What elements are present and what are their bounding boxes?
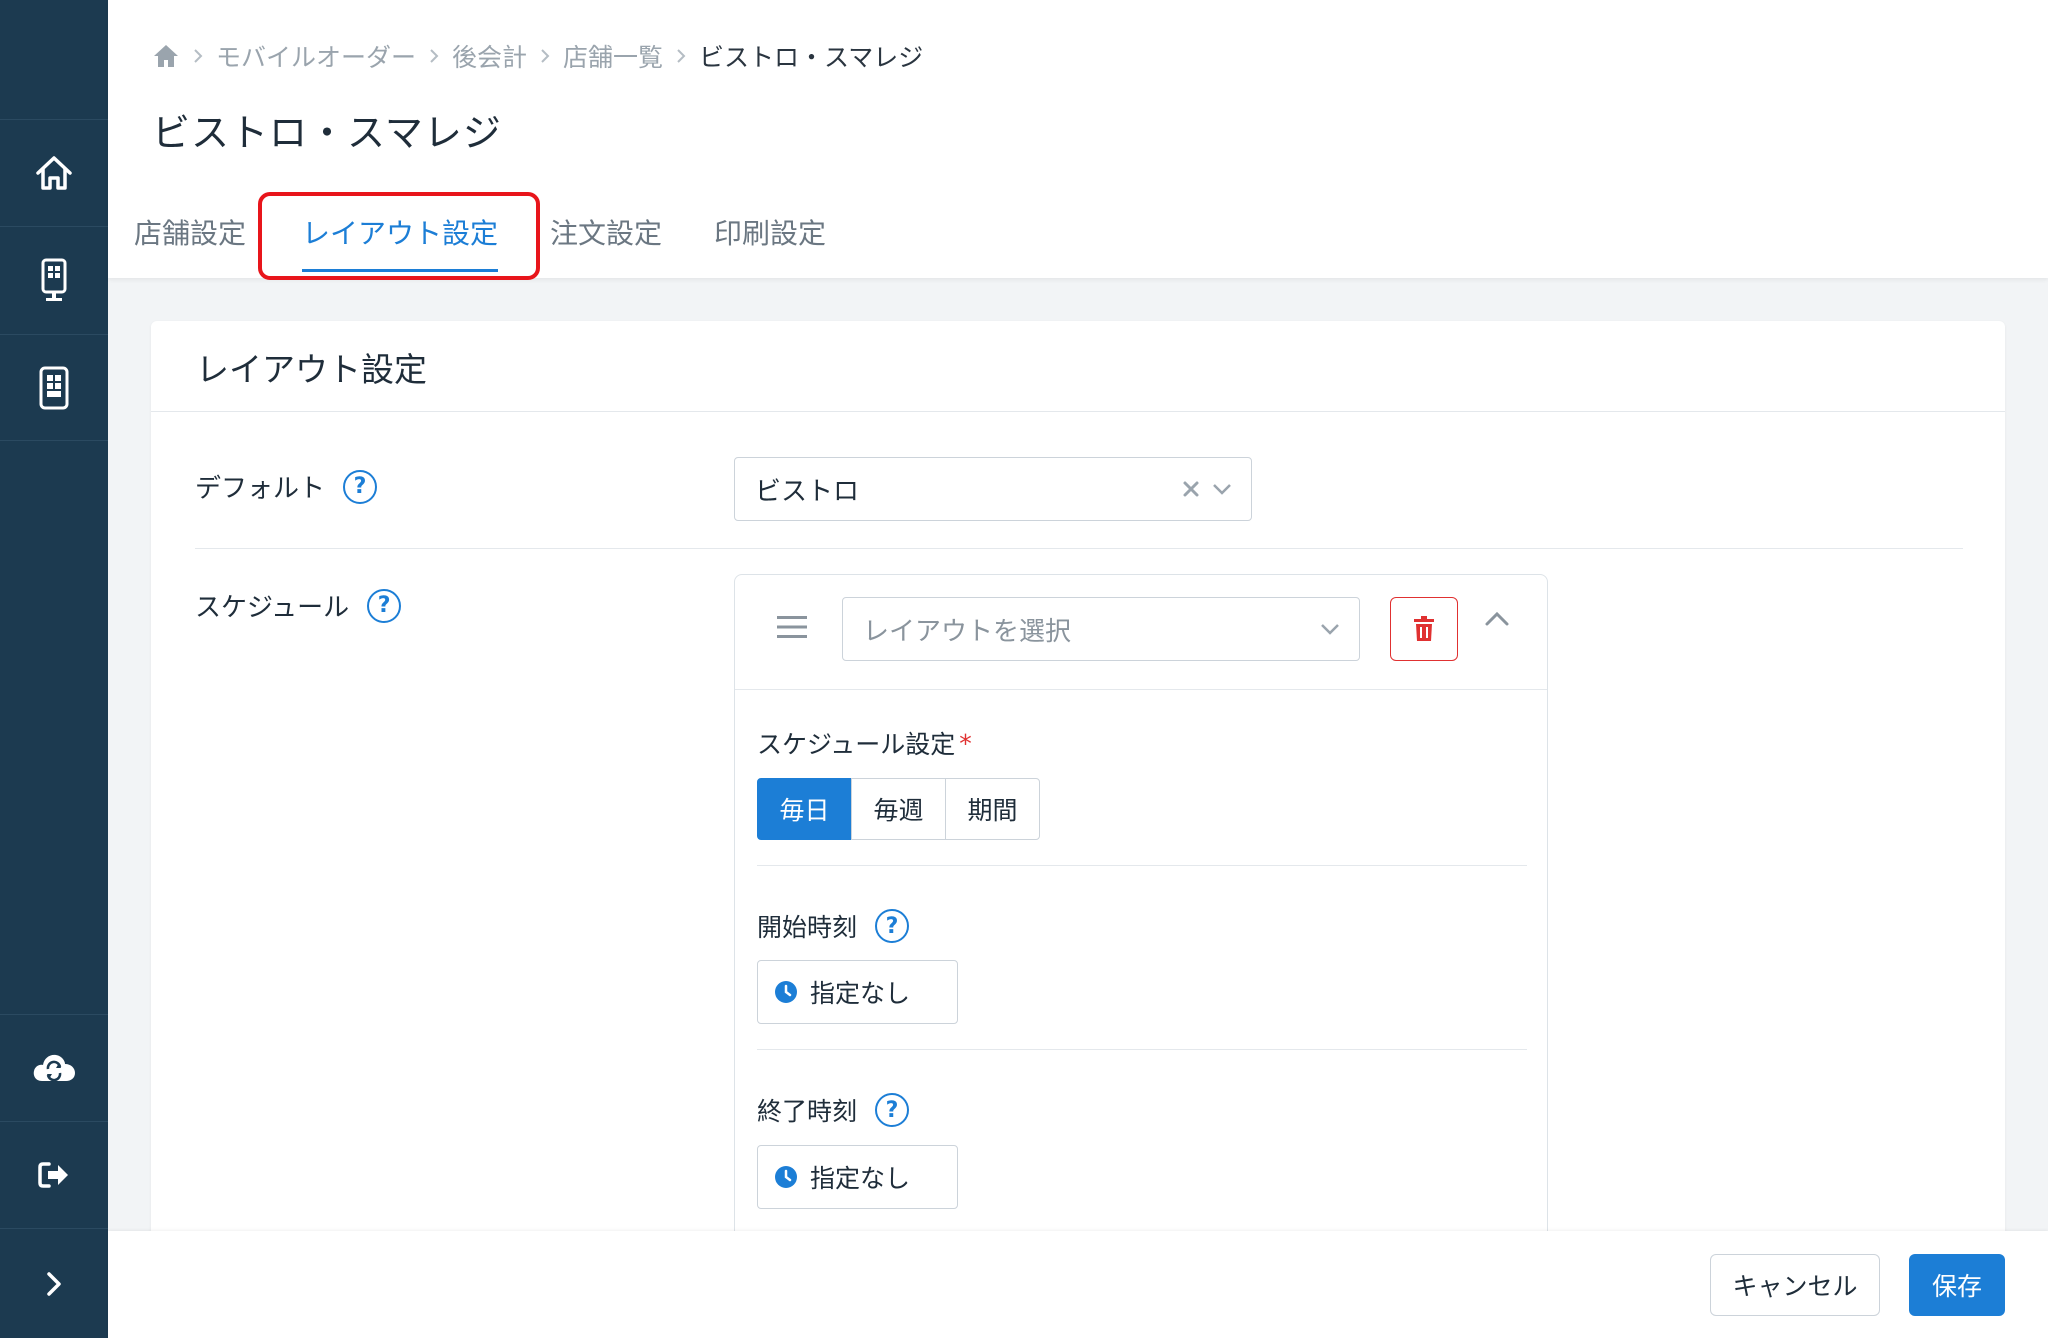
start-time-value: 指定なし	[810, 979, 911, 1008]
start-time-picker[interactable]: 指定なし	[757, 960, 958, 1024]
schedule-label: スケジュール	[195, 593, 350, 623]
chevron-right-icon	[539, 47, 551, 65]
schedule-layout-select[interactable]: レイアウトを選択	[842, 597, 1360, 661]
cancel-button[interactable]: キャンセル	[1710, 1254, 1880, 1316]
default-layout-select[interactable]: ビストロ	[734, 457, 1252, 521]
card-title: レイアウト設定	[196, 350, 427, 389]
breadcrumb-home[interactable]	[152, 43, 180, 69]
action-footer: キャンセル 保存	[108, 1231, 2048, 1338]
drag-handle-icon[interactable]	[777, 615, 807, 639]
chevron-down-icon[interactable]	[1211, 482, 1233, 496]
divider	[757, 1049, 1527, 1050]
tab-highlight-annotation	[258, 192, 540, 280]
default-label: デフォルト	[195, 474, 326, 504]
tab-print-settings[interactable]: 印刷設定	[714, 200, 826, 278]
chevron-right-icon	[675, 47, 687, 65]
breadcrumb-item[interactable]: 店舗一覧	[563, 38, 663, 74]
help-icon[interactable]: ?	[875, 1093, 910, 1127]
frequency-daily[interactable]: 毎日	[757, 778, 852, 840]
required-mark: *	[959, 728, 972, 758]
tab-store-settings[interactable]: 店舗設定	[134, 200, 246, 278]
schedule-frequency-segmented: 毎日 毎週 期間	[757, 778, 1040, 840]
sidebar	[0, 0, 108, 1338]
end-time-picker[interactable]: 指定なし	[757, 1145, 958, 1209]
schedule-item-panel: レイアウトを選択 スケジュール設定* 毎日 毎週 期間 開始時刻 ? 指定なし	[734, 574, 1548, 1246]
sidebar-item-sync[interactable]	[0, 1014, 108, 1121]
delete-schedule-button[interactable]	[1390, 597, 1458, 661]
start-time-label: 開始時刻 ?	[757, 908, 910, 944]
end-time-label: 終了時刻 ?	[757, 1092, 910, 1128]
schedule-setting-label: スケジュール設定 *	[757, 725, 972, 761]
page-title: ビストロ・スマレジ	[152, 111, 502, 155]
clear-icon[interactable]	[1181, 479, 1201, 499]
save-button[interactable]: 保存	[1909, 1254, 2005, 1316]
divider	[735, 689, 1547, 690]
divider	[195, 548, 1963, 549]
schedule-row-label: スケジュール ?	[195, 587, 402, 624]
cloud-sync-icon	[33, 1054, 75, 1082]
chevron-down-icon	[1321, 624, 1339, 635]
clock-icon	[775, 1166, 797, 1188]
divider	[151, 411, 2005, 412]
schedule-setting-text: スケジュール設定	[757, 730, 956, 759]
chevron-right-icon	[428, 47, 440, 65]
end-time-text: 終了時刻	[757, 1097, 858, 1126]
help-icon[interactable]: ?	[367, 588, 402, 623]
frequency-weekly[interactable]: 毎週	[851, 778, 946, 840]
frequency-period[interactable]: 期間	[945, 778, 1040, 840]
sidebar-item-logout[interactable]	[0, 1121, 108, 1228]
start-time-text: 開始時刻	[757, 913, 858, 942]
help-icon[interactable]: ?	[875, 909, 910, 943]
default-layout-value: ビストロ	[755, 476, 860, 507]
home-icon	[154, 45, 178, 67]
breadcrumb-current: ビストロ・スマレジ	[699, 43, 924, 72]
layout-settings-card: レイアウト設定 デフォルト ? ビストロ スケジュール ? レイアウトを選択 ス…	[151, 321, 2005, 1338]
home-icon	[36, 156, 72, 190]
end-time-value: 指定なし	[810, 1164, 911, 1193]
sidebar-item-tablet[interactable]	[0, 334, 108, 441]
chevron-up-icon[interactable]	[1483, 609, 1511, 627]
chevron-right-icon	[192, 47, 204, 65]
breadcrumb-item[interactable]: 後会計	[452, 38, 527, 74]
logout-icon	[38, 1162, 68, 1188]
kiosk-icon	[41, 258, 67, 301]
breadcrumb: モバイルオーダー 後会計 店舗一覧 ビストロ・スマレジ	[152, 38, 923, 74]
tab-order-settings[interactable]: 注文設定	[550, 200, 662, 278]
help-icon[interactable]: ?	[343, 469, 378, 504]
chevron-right-icon	[47, 1271, 61, 1296]
breadcrumb-item[interactable]: モバイルオーダー	[216, 38, 416, 74]
divider	[757, 865, 1527, 866]
trash-icon	[1414, 616, 1434, 641]
default-row-label: デフォルト ?	[195, 468, 378, 505]
sidebar-item-home[interactable]	[0, 119, 108, 226]
tablet-icon	[39, 366, 69, 409]
sidebar-expand-button[interactable]	[0, 1228, 108, 1338]
sidebar-item-kiosk[interactable]	[0, 226, 108, 333]
schedule-layout-placeholder: レイアウトを選択	[863, 616, 1072, 647]
clock-icon	[775, 981, 797, 1003]
